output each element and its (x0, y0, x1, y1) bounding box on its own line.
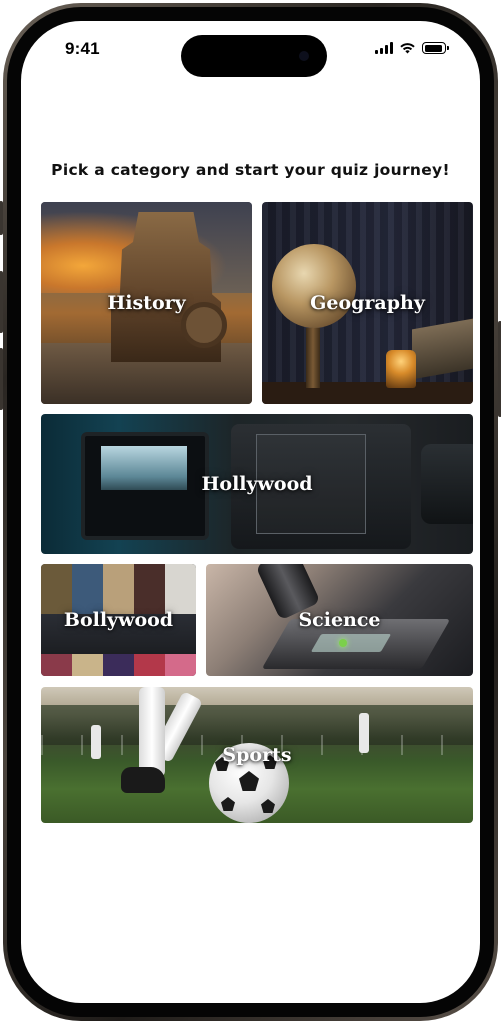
front-camera (299, 51, 309, 61)
cellular-signal-icon (375, 42, 393, 54)
dynamic-island (181, 35, 327, 77)
category-tile-science[interactable]: Science (206, 564, 473, 676)
category-label-hollywood: Hollywood (201, 473, 313, 495)
category-label-history: History (107, 292, 186, 314)
category-label-bollywood: Bollywood (63, 609, 174, 631)
volume-up-button (0, 271, 3, 333)
status-time: 9:41 (65, 39, 100, 58)
category-label-science: Science (298, 609, 381, 631)
battery-icon (422, 42, 449, 54)
category-tile-bollywood[interactable]: Bollywood (41, 564, 196, 676)
category-label-geography: Geography (310, 292, 425, 314)
wifi-icon (400, 43, 415, 54)
phone-bezel: 9:41 Pick a category and start your quiz… (7, 7, 494, 1017)
category-tile-hollywood[interactable]: Hollywood (41, 414, 473, 554)
screen: 9:41 Pick a category and start your quiz… (21, 21, 480, 1003)
category-label-sports: Sports (222, 744, 292, 766)
battery-level (424, 44, 442, 52)
category-tile-sports[interactable]: Sports (41, 687, 473, 823)
status-bar: 9:41 (21, 21, 480, 81)
phone-frame: 9:41 Pick a category and start your quiz… (0, 3, 501, 1021)
page-title: Pick a category and start your quiz jour… (51, 161, 450, 179)
category-tile-history[interactable]: History (41, 202, 252, 404)
volume-down-button (0, 348, 3, 410)
category-tile-geography[interactable]: Geography (262, 202, 473, 404)
action-button (0, 201, 3, 235)
status-icons (375, 41, 449, 55)
